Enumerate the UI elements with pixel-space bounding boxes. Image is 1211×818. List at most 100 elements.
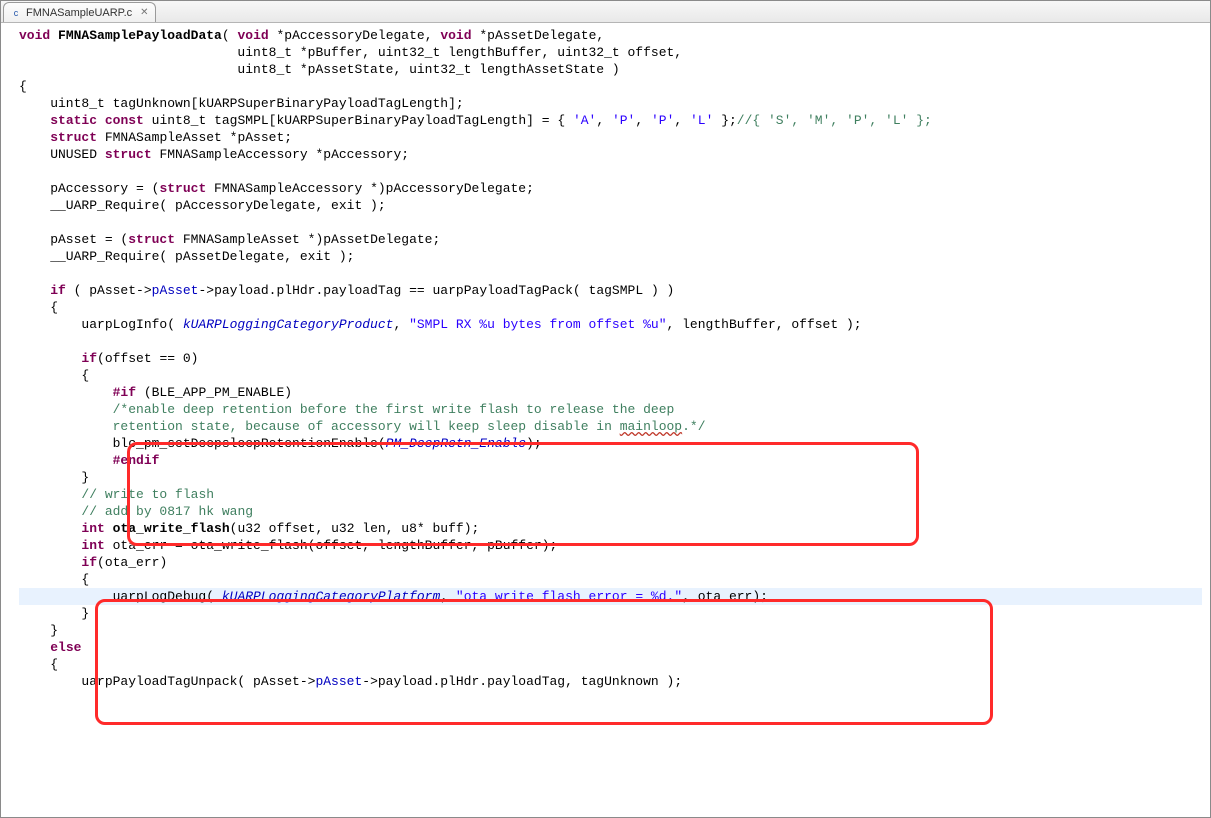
t: , (440, 589, 456, 604)
t: uint8_t *pBuffer, uint32_t lengthBuffer,… (19, 45, 682, 60)
source-code[interactable]: void FMNASamplePayloadData( void *pAcces… (5, 23, 1210, 694)
t: ota_err = ota_write_flash(offset, length… (105, 538, 557, 553)
t: } (19, 470, 89, 485)
t (19, 640, 50, 655)
t: { (19, 368, 89, 383)
t: { (19, 572, 89, 587)
t: UNUSED (19, 147, 105, 162)
field: pAsset (152, 283, 199, 298)
t (19, 521, 81, 536)
t: , (393, 317, 409, 332)
t (19, 555, 81, 570)
close-icon[interactable]: ✕ (140, 7, 148, 18)
char-lit: 'P' (651, 113, 674, 128)
t: , (596, 113, 612, 128)
t: ->payload.plHdr.payloadTag == uarpPayloa… (198, 283, 674, 298)
t: __UARP_Require( pAssetDelegate, exit ); (19, 249, 354, 264)
code-area[interactable]: void FMNASamplePayloadData( void *pAcces… (1, 23, 1210, 817)
t: , (674, 113, 690, 128)
t: (ota_err) (97, 555, 167, 570)
kw-void: void (440, 28, 471, 43)
macro: kUARPLoggingCategoryProduct (183, 317, 394, 332)
t: ); (526, 436, 542, 451)
t (19, 351, 81, 366)
t: FMNASampleAccessory *pAccessory; (152, 147, 409, 162)
tab-filename: FMNASampleUARP.c (26, 7, 132, 19)
kw-else: else (50, 640, 81, 655)
t: uarpPayloadTagUnpack( pAsset-> (19, 674, 315, 689)
t: uarpLogDebug( (19, 589, 222, 604)
t: }; (713, 113, 736, 128)
current-line: uarpLogDebug( kUARPLoggingCategoryPlatfo… (19, 588, 1202, 605)
t (19, 385, 113, 400)
t: ( pAsset-> (66, 283, 152, 298)
t: , ota_err); (682, 589, 768, 604)
char-lit: 'P' (612, 113, 635, 128)
t: { (19, 300, 58, 315)
editor-window: c FMNASampleUARP.c ✕ void FMNASamplePayl… (0, 0, 1211, 818)
t: uint8_t tagUnknown[kUARPSuperBinaryPaylo… (19, 96, 464, 111)
t: *pAssetDelegate, (472, 28, 605, 43)
kw-struct: struct (159, 181, 206, 196)
comment: /*enable deep retention before the first… (19, 402, 674, 417)
t: , lengthBuffer, offset ); (667, 317, 862, 332)
string: "SMPL RX %u bytes from offset %u" (409, 317, 666, 332)
kw-struct: struct (128, 232, 175, 247)
t: pAsset = ( (19, 232, 128, 247)
comment: retention state, because of accessory wi… (19, 419, 620, 434)
comment: // add by 0817 hk wang (81, 504, 253, 519)
kw-void: void (237, 28, 268, 43)
kw-const: const (105, 113, 144, 128)
kw-static: static (50, 113, 97, 128)
t: blc_pm_setDeepsleepRetentionEnable( (19, 436, 386, 451)
t: { (19, 657, 58, 672)
t: __UARP_Require( pAccessoryDelegate, exit… (19, 198, 386, 213)
t (19, 283, 50, 298)
t: uarpLogInfo( (19, 317, 183, 332)
kw-void: void (19, 28, 50, 43)
macro: PM_DeepRetn_Enable (386, 436, 526, 451)
t: FMNASampleAccessory *)pAccessoryDelegate… (206, 181, 534, 196)
kw-struct: struct (50, 130, 97, 145)
t: *pAccessoryDelegate, (269, 28, 441, 43)
kw-struct: struct (105, 147, 152, 162)
t: FMNASampleAsset *)pAssetDelegate; (175, 232, 440, 247)
pp-if: #if (113, 385, 136, 400)
t: uint8_t tagSMPL[kUARPSuperBinaryPayloadT… (144, 113, 573, 128)
func-decl: ota_write_flash (113, 521, 230, 536)
comment: // write to flash (81, 487, 214, 502)
t: FMNASampleAsset *pAsset; (97, 130, 292, 145)
t: } (19, 623, 58, 638)
tab-file[interactable]: c FMNASampleUARP.c ✕ (3, 2, 156, 22)
string: "ota_write_flash error = %d." (456, 589, 682, 604)
t: pAccessory = ( (19, 181, 159, 196)
t: (u32 offset, u32 len, u8* buff); (230, 521, 480, 536)
kw-if: if (81, 351, 97, 366)
t (105, 521, 113, 536)
t (19, 453, 113, 468)
t: { (19, 79, 27, 94)
t: (BLE_APP_PM_ENABLE) (136, 385, 292, 400)
t: ->payload.plHdr.payloadTag, tagUnknown )… (362, 674, 682, 689)
char-lit: 'L' (690, 113, 713, 128)
c-file-icon: c (10, 7, 22, 19)
t: (offset == 0) (97, 351, 198, 366)
t (19, 538, 81, 553)
comment-misspell: mainloop (620, 419, 682, 434)
field: pAsset (315, 674, 362, 689)
t (19, 504, 81, 519)
kw-if: if (81, 555, 97, 570)
t: uint8_t *pAssetState, uint32_t lengthAss… (19, 62, 620, 77)
kw-int: int (81, 521, 104, 536)
t (19, 113, 50, 128)
char-lit: 'A' (573, 113, 596, 128)
macro: kUARPLoggingCategoryPlatform (222, 589, 440, 604)
t (19, 487, 81, 502)
pp-endif: #endif (113, 453, 160, 468)
t (97, 113, 105, 128)
tab-bar: c FMNASampleUARP.c ✕ (1, 1, 1210, 23)
kw-int: int (81, 538, 104, 553)
comment: .*/ (682, 419, 705, 434)
t: , (635, 113, 651, 128)
func-name: FMNASamplePayloadData (58, 28, 222, 43)
